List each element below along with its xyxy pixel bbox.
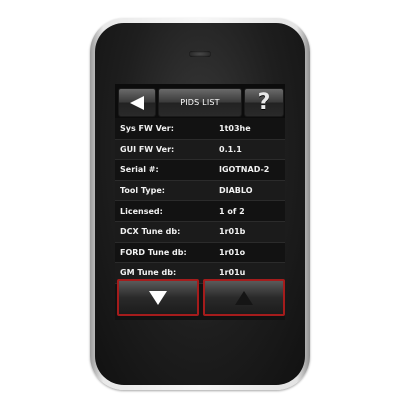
row-label: GM Tune db: [120,268,177,278]
list-item: FORD Tune db: 1r01o [115,243,285,264]
row-value: 0.1.1 [219,144,242,154]
row-value: 1 of 2 [219,206,245,216]
row-label: Sys FW Ver: [120,124,174,134]
list-item: Serial #: IGOTNAD-2 [115,160,285,181]
row-value: 1r01u [219,268,246,278]
scroll-up-button[interactable] [203,279,285,316]
row-label: DCX Tune db: [120,227,181,237]
row-value: 1r01b [219,227,246,237]
row-label: GUI FW Ver: [120,144,175,154]
row-value: IGOTNAD-2 [219,165,270,175]
help-icon: ? [257,90,271,115]
row-label: FORD Tune db: [120,247,187,257]
back-arrow-icon [130,95,144,110]
speaker-grille [189,51,211,57]
back-button[interactable] [118,88,156,117]
list-item: Sys FW Ver: 1t03he [115,119,285,140]
row-value: DIABLO [219,186,253,196]
top-bar: PIDS LIST ? [115,84,285,118]
row-label: Serial #: [120,165,159,175]
list-item: Tool Type: DIABLO [115,180,285,202]
list-item: DCX Tune db: 1r01b [115,221,285,243]
list-item: GUI FW Ver: 0.1.1 [115,139,285,161]
triangle-down-icon [149,290,167,305]
help-button[interactable]: ? [244,88,284,117]
list-item: Licensed: 1 of 2 [115,201,285,222]
triangle-up-icon [235,290,253,305]
row-label: Licensed: [120,206,163,216]
page-title: PIDS LIST [158,88,242,117]
row-value: 1t03he [219,124,251,134]
scroll-down-button[interactable] [117,279,199,316]
device-screen: PIDS LIST ? Sys FW Ver: 1t03he GUI FW Ve… [115,84,285,320]
info-list: Sys FW Ver: 1t03he GUI FW Ver: 0.1.1 Ser… [115,119,285,284]
row-label: Tool Type: [120,186,165,196]
row-value: 1r01o [219,247,246,257]
